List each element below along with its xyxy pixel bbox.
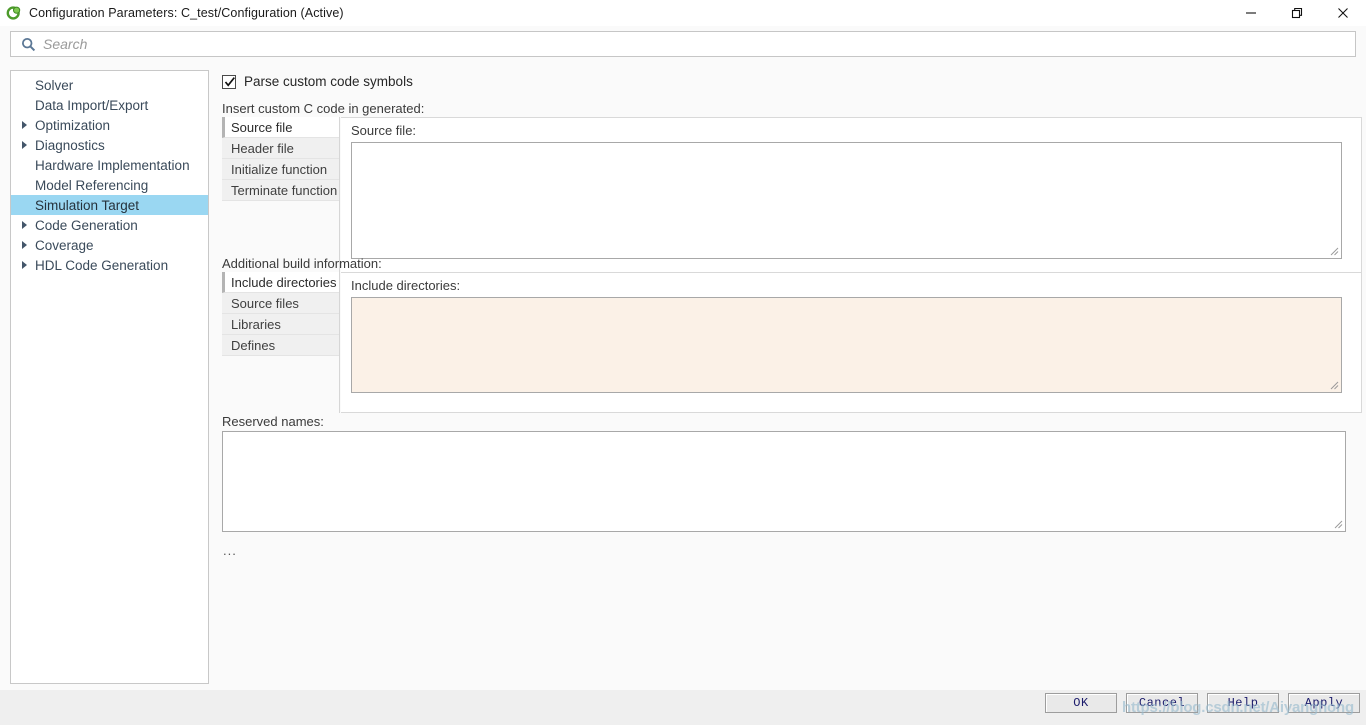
close-icon[interactable]: [1320, 0, 1366, 26]
search-input[interactable]: Search: [10, 31, 1356, 57]
sidebar-item-diagnostics[interactable]: Diagnostics: [11, 135, 208, 155]
sidebar-item-label: Model Referencing: [35, 177, 149, 193]
tab-defines[interactable]: Defines: [222, 335, 339, 356]
settings-tree[interactable]: Solver Data Import/Export Optimization D…: [10, 70, 209, 684]
sidebar-item-hardware-implementation[interactable]: Hardware Implementation: [11, 155, 208, 175]
sidebar-item-label: Diagnostics: [35, 137, 105, 153]
sidebar-item-hdl-code-generation[interactable]: HDL Code Generation: [11, 255, 208, 275]
sidebar-item-label: Simulation Target: [35, 197, 140, 213]
tab-include-directories[interactable]: Include directories: [222, 272, 339, 293]
title-bar: Configuration Parameters: C_test/Configu…: [0, 0, 1366, 26]
sidebar-item-label: HDL Code Generation: [35, 257, 169, 273]
reserved-names-textarea[interactable]: [222, 431, 1346, 532]
cancel-button-label: Cancel: [1138, 696, 1186, 710]
dialog-body: Solver Data Import/Export Optimization D…: [0, 62, 1366, 690]
build-info-group-label: Additional build information:: [222, 256, 382, 271]
tab-label: Initialize function: [231, 161, 328, 177]
sidebar-item-data-import-export[interactable]: Data Import/Export: [11, 95, 208, 115]
tree-toggle[interactable]: [21, 261, 35, 269]
parse-custom-code-symbols-row[interactable]: Parse custom code symbols: [222, 74, 413, 89]
tree-toggle[interactable]: [21, 141, 35, 149]
chevron-right-icon: [22, 141, 27, 149]
sidebar-item-label: Code Generation: [35, 217, 138, 233]
chevron-right-icon: [22, 221, 27, 229]
search-bar: Search: [0, 26, 1366, 62]
build-info-tabgroup: Include directories Source files Librari…: [222, 272, 1362, 413]
reserved-names-label: Reserved names:: [222, 414, 324, 429]
ok-button[interactable]: OK: [1045, 693, 1117, 713]
tab-label: Libraries: [231, 316, 281, 332]
include-directories-label: Include directories:: [351, 278, 461, 293]
tab-initialize-function[interactable]: Initialize function: [222, 159, 339, 180]
tab-label: Terminate function: [231, 182, 338, 198]
sidebar-item-solver[interactable]: Solver: [11, 75, 208, 95]
settings-pane: Parse custom code symbols Insert custom …: [215, 62, 1366, 690]
restore-icon[interactable]: [1274, 0, 1320, 26]
sidebar-item-optimization[interactable]: Optimization: [11, 115, 208, 135]
tab-label: Include directories: [231, 274, 337, 290]
apply-button-label: Apply: [1304, 696, 1344, 710]
resize-grip-icon: [1334, 520, 1343, 529]
tab-header-file[interactable]: Header file: [222, 138, 339, 159]
search-placeholder: Search: [43, 36, 88, 52]
more-options-ellipsis[interactable]: ...: [223, 543, 237, 558]
help-button-label: Help: [1227, 696, 1259, 710]
chevron-right-icon: [22, 241, 27, 249]
tablist-filler: [222, 356, 339, 413]
build-info-tabpanel: Include directories:: [341, 272, 1362, 413]
sidebar-item-label: Solver: [35, 77, 74, 93]
check-icon: [224, 76, 235, 87]
search-icon: [17, 37, 39, 52]
sidebar-item-code-generation[interactable]: Code Generation: [11, 215, 208, 235]
dialog-button-bar: OK Cancel Help Apply: [1045, 693, 1360, 713]
cancel-button[interactable]: Cancel: [1126, 693, 1198, 713]
resize-grip-icon: [1330, 381, 1339, 390]
tab-source-file[interactable]: Source file: [222, 117, 339, 138]
configuration-parameters-dialog: Configuration Parameters: C_test/Configu…: [0, 0, 1366, 725]
sidebar-item-label: Coverage: [35, 237, 94, 253]
tab-label: Source file: [231, 119, 293, 135]
tab-label: Source files: [231, 295, 299, 311]
sidebar-item-coverage[interactable]: Coverage: [11, 235, 208, 255]
sidebar-item-simulation-target[interactable]: Simulation Target: [11, 195, 208, 215]
tab-source-files[interactable]: Source files: [222, 293, 339, 314]
parse-custom-code-symbols-checkbox[interactable]: [222, 74, 236, 89]
parse-custom-code-symbols-label: Parse custom code symbols: [244, 74, 413, 89]
tab-terminate-function[interactable]: Terminate function: [222, 180, 339, 201]
help-button[interactable]: Help: [1207, 693, 1279, 713]
chevron-right-icon: [22, 261, 27, 269]
simulink-icon: [6, 5, 22, 21]
chevron-right-icon: [22, 121, 27, 129]
tab-libraries[interactable]: Libraries: [222, 314, 339, 335]
apply-button[interactable]: Apply: [1288, 693, 1360, 713]
window-title: Configuration Parameters: C_test/Configu…: [29, 6, 344, 20]
include-directories-textarea[interactable]: [351, 297, 1342, 393]
source-file-textarea[interactable]: [351, 142, 1342, 259]
sidebar-item-label: Hardware Implementation: [35, 157, 190, 173]
tab-label: Header file: [231, 140, 294, 156]
source-file-label: Source file:: [351, 123, 417, 138]
tree-toggle[interactable]: [21, 241, 35, 249]
sidebar-item-model-referencing[interactable]: Model Referencing: [11, 175, 208, 195]
dialog-footer: OK Cancel Help Apply: [0, 690, 1366, 725]
resize-grip-icon: [1330, 247, 1339, 256]
sidebar-item-label: Optimization: [35, 117, 111, 133]
minimize-icon[interactable]: [1228, 0, 1274, 26]
tree-toggle[interactable]: [21, 221, 35, 229]
tree-toggle[interactable]: [21, 121, 35, 129]
window-controls: [1228, 0, 1366, 26]
build-info-tablist[interactable]: Include directories Source files Librari…: [222, 272, 340, 413]
sidebar-item-label: Data Import/Export: [35, 97, 149, 113]
custom-code-group-label: Insert custom C code in generated:: [222, 101, 425, 116]
tab-label: Defines: [231, 337, 276, 353]
ok-button-label: OK: [1073, 696, 1089, 710]
